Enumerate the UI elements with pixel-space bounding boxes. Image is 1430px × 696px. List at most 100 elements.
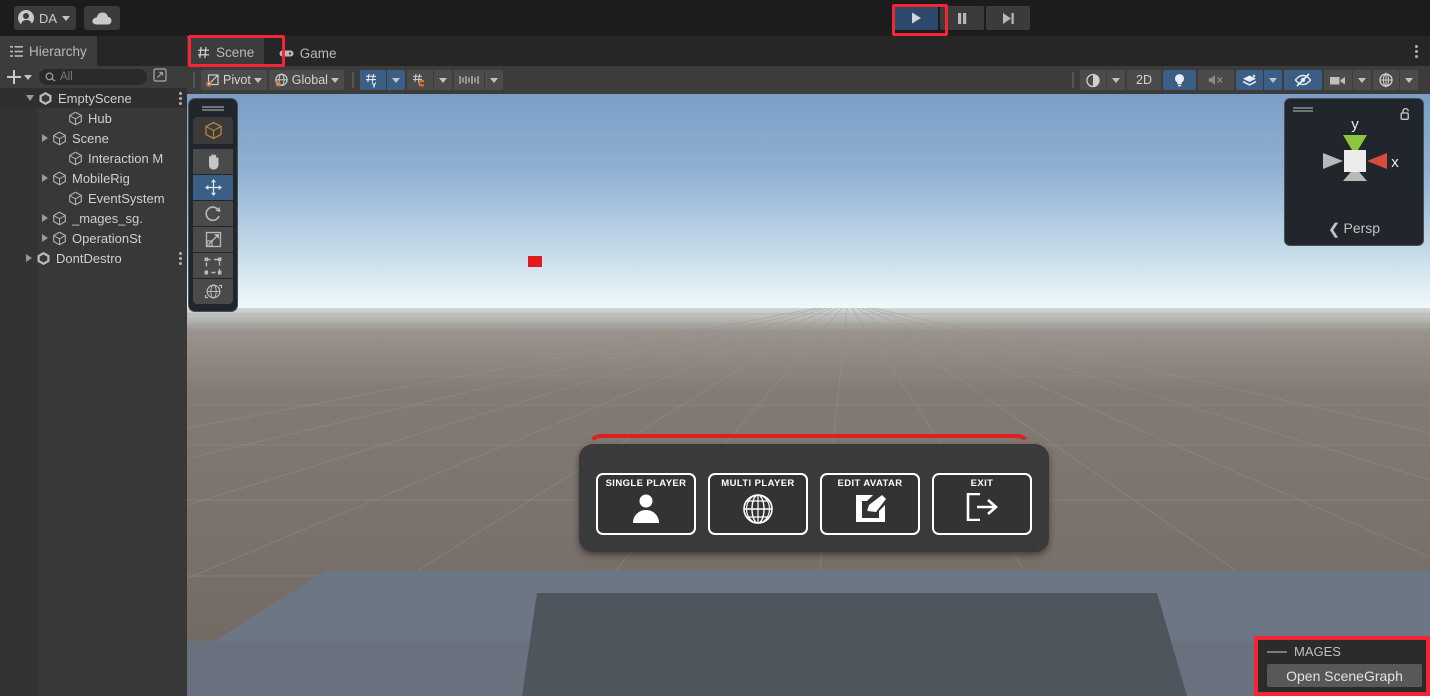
tool-transform[interactable]: [193, 279, 233, 304]
grid-size-dropdown[interactable]: [485, 70, 503, 90]
grid-snap-button[interactable]: [407, 70, 433, 90]
pause-button[interactable]: [940, 6, 984, 30]
tab-scene[interactable]: Scene: [187, 36, 264, 66]
tool-rect-transform[interactable]: [193, 253, 233, 278]
globe-wire-icon: [742, 493, 774, 530]
drag-grip-icon[interactable]: [1267, 651, 1287, 653]
play-icon: [909, 11, 923, 25]
step-button[interactable]: [986, 6, 1030, 30]
grid-axis-button[interactable]: Y: [360, 70, 386, 90]
twisty-toggle-icon[interactable]: [42, 234, 48, 242]
gizmos-button[interactable]: [1373, 70, 1399, 90]
hierarchy-row[interactable]: DontDestro: [0, 248, 187, 268]
pivot-cube-icon: [204, 121, 223, 140]
edit-pencil-icon: [854, 493, 886, 528]
twisty-toggle-icon[interactable]: [42, 174, 48, 182]
toggle-fx-button[interactable]: [1236, 70, 1263, 90]
scene-menu-button[interactable]: MULTI PLAYER: [708, 473, 808, 535]
tab-game[interactable]: Game: [269, 38, 347, 68]
chevron-down-icon: [1269, 78, 1277, 83]
scene-camera-button[interactable]: [1324, 70, 1352, 90]
twisty-toggle-icon[interactable]: [26, 254, 32, 262]
hierarchy-row-kebab-menu[interactable]: [179, 92, 182, 105]
gizmos-dropdown[interactable]: [1400, 70, 1418, 90]
grid-hash-icon: [197, 46, 210, 59]
expand-window-icon: [153, 68, 167, 82]
toggle-hidden-objects-button[interactable]: [1284, 70, 1322, 90]
scene-menu-button[interactable]: SINGLE PLAYER: [596, 473, 696, 535]
pause-icon: [956, 12, 968, 25]
chevron-down-icon: [1112, 78, 1120, 83]
twisty-spacer: [58, 194, 64, 203]
toggle-audio-button[interactable]: [1198, 70, 1234, 90]
gamepad-icon: [279, 48, 294, 59]
cloud-services-button[interactable]: [84, 6, 120, 30]
pivot-dropdown[interactable]: Pivot: [201, 70, 267, 90]
toggle-fx-dropdown[interactable]: [1264, 70, 1282, 90]
grid-snap-dropdown[interactable]: [434, 70, 452, 90]
hierarchy-row[interactable]: EventSystem: [0, 188, 187, 208]
tab-hierarchy[interactable]: Hierarchy: [0, 36, 97, 66]
transform-tool-icon: [204, 282, 223, 301]
twisty-toggle-icon[interactable]: [42, 214, 48, 222]
global-label: Global: [292, 73, 328, 87]
hierarchy-row-label: OperationSt: [72, 231, 141, 246]
hierarchy-search-placeholder: All: [60, 71, 73, 83]
scene-panel-kebab-menu[interactable]: [1415, 45, 1418, 58]
tool-scale[interactable]: [193, 227, 233, 252]
hierarchy-toolbar: All: [0, 66, 187, 88]
hierarchy-search-input[interactable]: All: [39, 69, 147, 85]
grid-axis-dropdown[interactable]: [387, 70, 405, 90]
add-gameobject-button[interactable]: [7, 70, 32, 84]
axis-gizmo[interactable]: y x: [1285, 105, 1425, 215]
scene-menu-button[interactable]: EXIT: [932, 473, 1032, 535]
handle-space-dropdown[interactable]: Global: [269, 70, 344, 90]
account-dropdown[interactable]: DA: [14, 6, 76, 30]
play-button[interactable]: [894, 6, 938, 30]
hierarchy-row[interactable]: Interaction M: [0, 148, 187, 168]
tool-pivot-mode[interactable]: [193, 117, 233, 144]
hierarchy-row-label: MobileRig: [72, 171, 130, 186]
grid-axis-icon: Y: [365, 73, 381, 88]
hierarchy-row[interactable]: Scene: [0, 128, 187, 148]
hierarchy-row-kebab-menu[interactable]: [179, 252, 182, 265]
hierarchy-row[interactable]: _mages_sg.: [0, 208, 187, 228]
svg-text:Y: Y: [371, 80, 376, 88]
pivot-icon: [206, 73, 220, 87]
tool-hand[interactable]: [193, 149, 233, 174]
hierarchy-row[interactable]: Hub: [0, 108, 187, 128]
tool-rotate[interactable]: [193, 201, 233, 226]
chevron-down-icon: [1358, 78, 1366, 83]
exit-arrow-icon: [966, 493, 998, 526]
scene-menu-button-label: SINGLE PLAYER: [606, 478, 687, 489]
hierarchy-row[interactable]: MobileRig: [0, 168, 187, 188]
expand-window-button[interactable]: [153, 68, 167, 87]
scene-viewport[interactable]: SINGLE PLAYER MULTI PLAYER EDIT AVATAR EXIT: [187, 94, 1430, 696]
scene-camera-dropdown[interactable]: [1353, 70, 1371, 90]
twisty-toggle-icon[interactable]: [42, 134, 48, 142]
playmode-controls: [894, 6, 1030, 30]
scene-orientation-gizmo[interactable]: y x ❮Persp: [1284, 98, 1424, 246]
account-label: DA: [39, 11, 57, 26]
step-forward-icon: [1001, 12, 1015, 25]
grid-size-button[interactable]: [454, 70, 484, 90]
gizmos-icon: [1378, 72, 1394, 88]
plus-icon: [7, 70, 21, 84]
scene-menu-button[interactable]: EDIT AVATAR: [820, 473, 920, 535]
hierarchy-row[interactable]: OperationSt: [0, 228, 187, 248]
hierarchy-row[interactable]: EmptyScene: [0, 88, 187, 108]
tool-move[interactable]: [193, 175, 233, 200]
chevron-down-icon: [392, 78, 400, 83]
open-scenegraph-button[interactable]: Open SceneGraph: [1267, 664, 1422, 687]
cloud-icon: [92, 12, 112, 25]
scene-menu-button-label: EDIT AVATAR: [837, 478, 902, 489]
gizmo-projection-row[interactable]: ❮Persp: [1285, 219, 1423, 237]
shading-mode-button[interactable]: [1080, 70, 1106, 90]
hierarchy-row-label: EventSystem: [88, 191, 165, 206]
toggle-lighting-button[interactable]: [1163, 70, 1196, 90]
drag-grip-icon[interactable]: [202, 106, 224, 111]
twisty-toggle-icon[interactable]: [26, 95, 34, 101]
shading-mode-dropdown[interactable]: [1107, 70, 1125, 90]
toggle-2d-button[interactable]: 2D: [1127, 70, 1161, 90]
hand-pan-icon: [205, 153, 222, 170]
